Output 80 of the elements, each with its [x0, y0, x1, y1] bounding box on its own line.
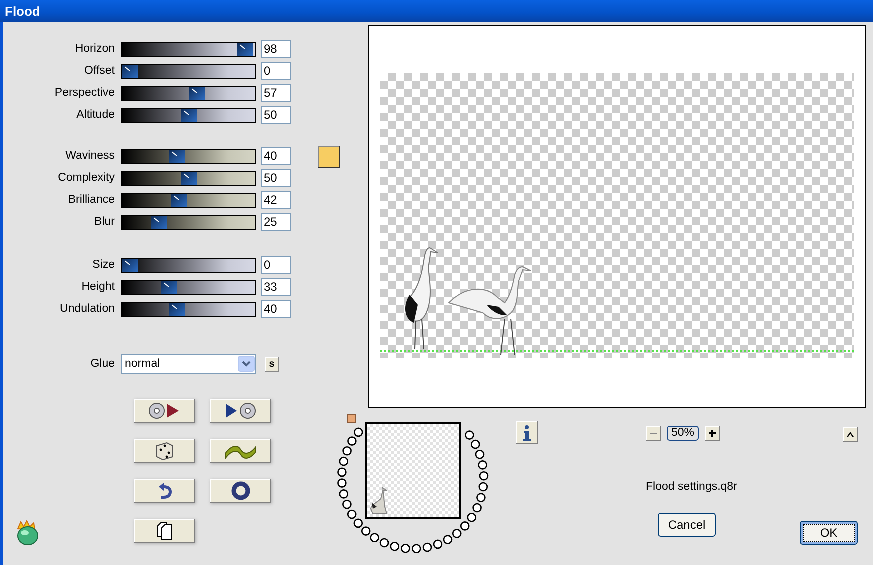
icon-button[interactable]: [210, 479, 271, 503]
slider-track[interactable]: [121, 258, 256, 272]
minus-icon: [650, 433, 657, 434]
slider-label: Blur: [94, 216, 115, 228]
icon-button[interactable]: [134, 439, 195, 463]
bird-drawing: [370, 488, 388, 514]
value-field[interactable]: 50: [261, 169, 291, 187]
value-field[interactable]: 50: [261, 106, 291, 124]
slider-track[interactable]: [121, 148, 256, 164]
value-field[interactable]: 33: [261, 278, 291, 296]
dialog-button[interactable]: Cancel: [658, 513, 716, 537]
slider-label: Complexity: [57, 172, 115, 184]
zoom-out-button[interactable]: [646, 426, 661, 441]
slider-thumb[interactable]: [168, 302, 185, 316]
slider-label: Offset: [84, 65, 115, 77]
slider-label: Brilliance: [67, 194, 115, 206]
slider-thumb[interactable]: [236, 42, 253, 56]
info-button[interactable]: [516, 421, 538, 444]
slider-track[interactable]: [121, 170, 256, 186]
zoom-level: 50%: [667, 426, 699, 441]
value-field[interactable]: 25: [261, 213, 291, 231]
slider-track[interactable]: [121, 214, 256, 230]
window-title: Flood: [5, 4, 40, 18]
info-icon: [523, 425, 531, 440]
icon-button[interactable]: [210, 439, 271, 463]
icon-button[interactable]: [210, 399, 271, 423]
slider-track[interactable]: [121, 302, 256, 316]
logo-icon: [17, 520, 38, 546]
value-field[interactable]: 57: [261, 84, 291, 102]
slider-thumb[interactable]: [180, 108, 196, 122]
collapse-button[interactable]: [843, 427, 858, 442]
slider-label: Altitude: [76, 109, 115, 121]
slider-track[interactable]: [121, 108, 256, 122]
slider-thumb[interactable]: [122, 258, 138, 272]
wave-icon: [225, 446, 256, 459]
slider-track[interactable]: [121, 42, 256, 56]
preset-filename: Flood settings.q8r: [646, 481, 738, 493]
slider-thumb[interactable]: [188, 86, 205, 100]
slider-thumb[interactable]: [151, 216, 168, 228]
arrow-disc-icon: [226, 403, 256, 419]
slider-label: Height: [80, 281, 115, 293]
handle-icon[interactable]: [347, 414, 356, 423]
ring-icon: [231, 482, 250, 500]
value-field[interactable]: 40: [261, 300, 291, 318]
value-field[interactable]: 0: [261, 62, 291, 80]
slider-track[interactable]: [121, 86, 256, 100]
value-field[interactable]: 0: [261, 256, 291, 274]
slider-thumb[interactable]: [171, 194, 188, 206]
slider-label: Undulation: [59, 303, 115, 315]
glue-label: Glue: [90, 358, 115, 370]
icon-button[interactable]: [134, 399, 195, 423]
value-field[interactable]: 40: [261, 147, 291, 165]
dialog-button[interactable]: OK: [800, 521, 858, 545]
slider-label: Horizon: [74, 43, 115, 55]
color-swatch[interactable]: [318, 146, 340, 168]
slider-track[interactable]: [121, 192, 256, 208]
navigator-thumbnail[interactable]: [365, 422, 461, 519]
slider-thumb[interactable]: [168, 150, 185, 162]
slider-label: Waviness: [64, 150, 115, 162]
icon-button[interactable]: [134, 479, 195, 503]
value-field[interactable]: 42: [261, 191, 291, 209]
icon-button[interactable]: [134, 519, 195, 543]
slider-thumb[interactable]: [180, 172, 196, 184]
caret-icon: [847, 432, 854, 437]
slider-track[interactable]: [121, 280, 256, 294]
slider-thumb[interactable]: [122, 64, 138, 78]
slider-label: Size: [92, 259, 115, 271]
plus-icon: [709, 430, 716, 437]
dot-ring-drawing[interactable]: [338, 428, 489, 554]
small-button[interactable]: s: [265, 356, 279, 372]
undo-arrow-icon: [158, 483, 172, 499]
value-field[interactable]: 98: [261, 40, 291, 58]
slider-track[interactable]: [121, 64, 256, 78]
slider-thumb[interactable]: [160, 280, 177, 294]
disc-arrow-icon: [148, 403, 178, 419]
glue-dropdown[interactable]: normal: [121, 354, 256, 374]
pages-icon: [157, 522, 172, 540]
slider-label: Perspective: [54, 87, 115, 99]
dice-icon: [156, 442, 173, 461]
zoom-in-button[interactable]: [705, 426, 720, 441]
